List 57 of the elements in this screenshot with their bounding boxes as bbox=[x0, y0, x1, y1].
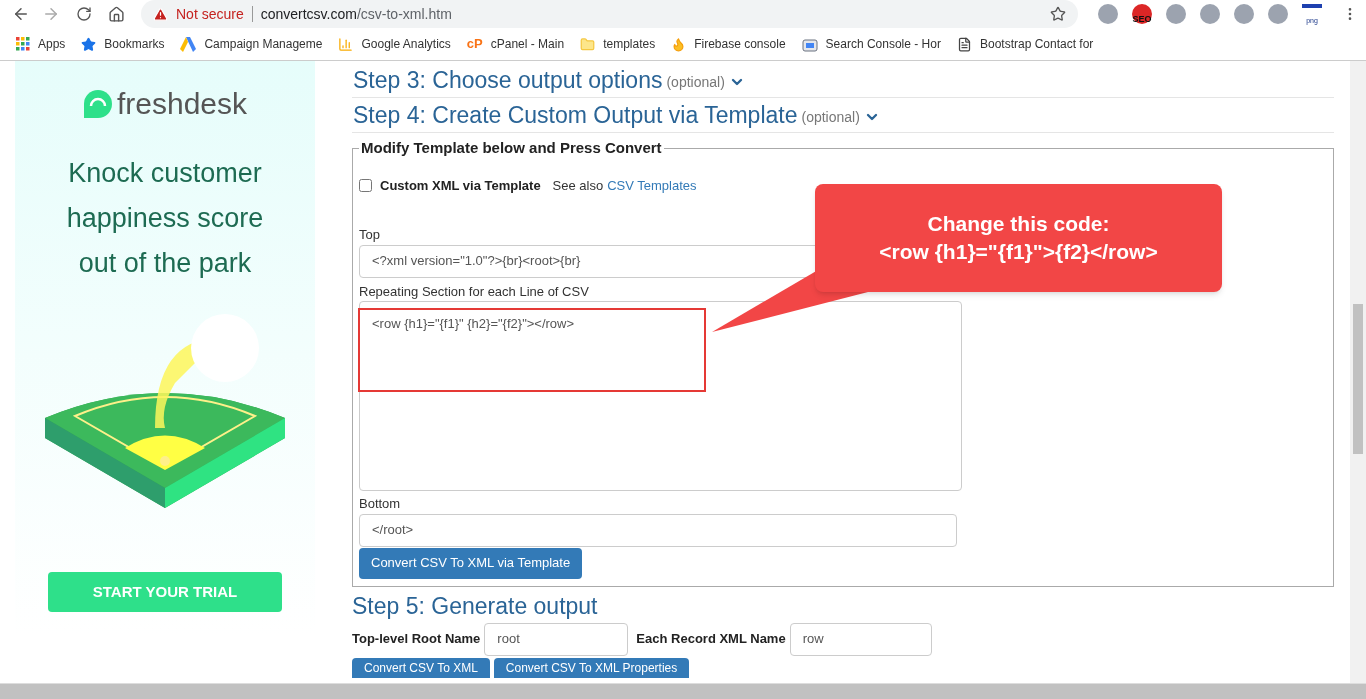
security-warning: Not secure bbox=[176, 4, 244, 24]
csv-templates-link[interactable]: CSV Templates bbox=[607, 175, 697, 195]
convert-template-button[interactable]: Convert CSV To XML via Template bbox=[359, 547, 583, 579]
extension-icon[interactable]: SEO bbox=[1132, 4, 1152, 24]
extension-icon[interactable] bbox=[1098, 4, 1118, 24]
triangle-logo-icon bbox=[180, 36, 197, 52]
optional-note: (optional) bbox=[666, 73, 725, 92]
bookmark-star-icon[interactable] bbox=[1050, 6, 1066, 22]
extension-icon[interactable] bbox=[1200, 4, 1220, 24]
bookmark-link[interactable]: Firebase console bbox=[694, 35, 786, 53]
toolbox-icon bbox=[801, 36, 818, 52]
convert-button[interactable]: Convert CSV To XML Properties bbox=[493, 657, 690, 678]
field-label: Repeating Section for each Line of CSV bbox=[359, 282, 590, 301]
reload-icon[interactable] bbox=[76, 6, 92, 22]
bottom-field[interactable]: </root> bbox=[359, 513, 957, 547]
root-name-field[interactable]: root bbox=[484, 622, 629, 656]
bar-chart-icon bbox=[338, 36, 354, 52]
checkbox-label: Custom XML via Template bbox=[380, 176, 541, 195]
bookmark-link[interactable]: Campaign Manageme bbox=[204, 35, 323, 53]
step-heading: Step 3: Choose output options bbox=[353, 67, 663, 94]
apps-grid-icon bbox=[16, 37, 30, 51]
bookmark-link[interactable]: cPanel - Main bbox=[490, 35, 565, 53]
warning-icon bbox=[153, 6, 168, 22]
folder-icon bbox=[580, 36, 596, 52]
see-also-text: See also bbox=[552, 176, 604, 195]
field-label: Top bbox=[359, 226, 380, 244]
bookmark-link[interactable]: Apps bbox=[38, 35, 66, 53]
bookmark-link[interactable]: Bootstrap Contact for bbox=[979, 35, 1094, 53]
bookmark-link[interactable]: templates bbox=[603, 35, 656, 53]
ad-headline: Knock customer happiness score out of the park bbox=[66, 157, 264, 280]
panel-legend: Modify Template below and Press Convert bbox=[359, 137, 664, 160]
step-heading: Step 4: Create Custom Output via Template bbox=[353, 102, 798, 129]
convert-button[interactable]: Convert CSV To XML bbox=[352, 657, 490, 678]
address-bar[interactable]: Not secure convertcsv.com/csv-to-xml.htm bbox=[141, 0, 1078, 28]
extension-icon[interactable] bbox=[1268, 4, 1288, 24]
cpanel-logo-icon: cP bbox=[466, 34, 483, 54]
headset-logo-icon bbox=[82, 89, 113, 119]
optional-note: (optional) bbox=[801, 108, 860, 127]
record-name-field[interactable]: row bbox=[789, 622, 932, 656]
page-icon bbox=[956, 36, 972, 52]
brand-name: freshdesk bbox=[116, 89, 248, 119]
home-icon[interactable] bbox=[108, 5, 125, 23]
back-icon[interactable] bbox=[12, 5, 30, 23]
field-label: Bottom bbox=[359, 495, 402, 513]
star-icon bbox=[81, 36, 97, 52]
bookmark-link[interactable]: Bookmarks bbox=[104, 35, 165, 53]
url-text: convertcsv.com/csv-to-xml.htm bbox=[260, 4, 452, 24]
step-heading: Step 5: Generate output bbox=[352, 592, 599, 620]
callout-tooltip: Change this code: <row {h1}="{f1}">{f2}</row> bbox=[815, 184, 1222, 292]
extension-icon[interactable] bbox=[1234, 4, 1254, 24]
field-label: Top-level Root Name bbox=[352, 630, 481, 649]
template-checkbox[interactable] bbox=[359, 178, 372, 192]
extension-icon[interactable] bbox=[1166, 4, 1186, 24]
scrollbar-thumb[interactable] bbox=[1353, 304, 1363, 454]
bookmark-link[interactable]: Search Console - Hor bbox=[825, 35, 941, 53]
bookmark-link[interactable]: Google Analytics bbox=[361, 35, 451, 53]
field-label: Each Record XML Name bbox=[636, 630, 786, 649]
